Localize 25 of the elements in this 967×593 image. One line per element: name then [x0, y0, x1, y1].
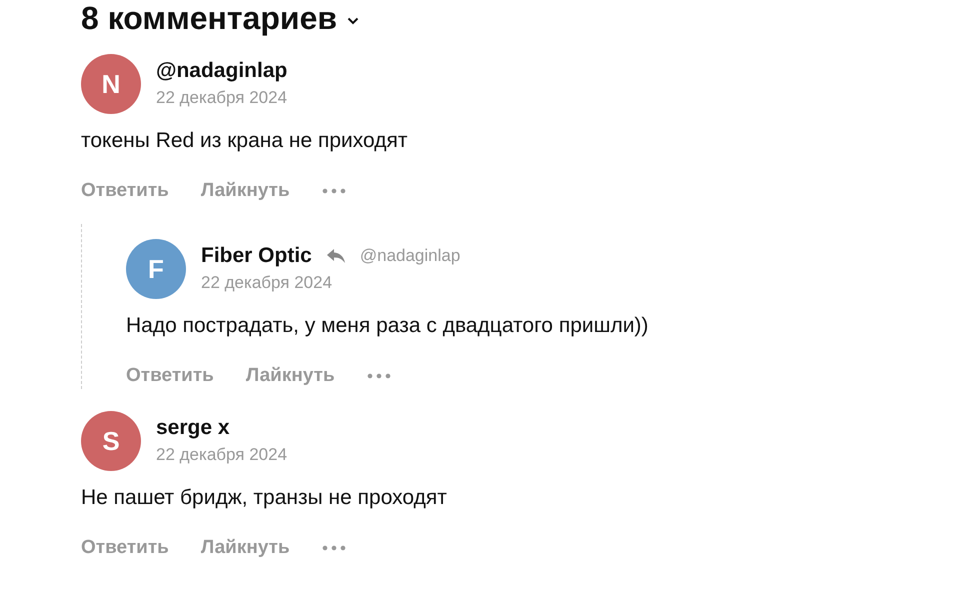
like-button[interactable]: Лайкнуть — [246, 365, 335, 387]
comment-date: 22 декабря 2024 — [156, 88, 288, 108]
comment-text: Надо пострадать, у меня раза с двадцатого пришли)) — [126, 313, 650, 339]
more-icon[interactable] — [322, 188, 346, 194]
author-name[interactable]: Fiber Optic — [201, 244, 312, 268]
chevron-down-icon[interactable] — [347, 17, 360, 25]
reply-button[interactable]: Ответить — [81, 537, 169, 559]
author-name[interactable]: @nadaginlap — [156, 59, 288, 83]
reply-button[interactable]: Ответить — [126, 365, 214, 387]
reply-button[interactable]: Ответить — [81, 180, 169, 202]
avatar: F — [126, 239, 186, 299]
comment-date: 22 декабря 2024 — [201, 273, 334, 293]
comments-title: 8 комментариев — [81, 0, 338, 38]
author-name[interactable]: serge x — [156, 416, 230, 440]
reply-arrow-icon — [326, 248, 346, 264]
comment-text: Не пашет бридж, транзы не проходят — [81, 485, 448, 511]
avatar: S — [81, 411, 141, 471]
more-icon[interactable] — [322, 545, 346, 551]
reply-to-username[interactable]: @nadaginlap — [360, 246, 460, 266]
like-button[interactable]: Лайкнуть — [200, 537, 290, 559]
more-icon[interactable] — [366, 373, 391, 379]
comment-date: 22 декабря 2024 — [156, 445, 288, 465]
avatar: N — [81, 54, 141, 114]
comment-text: токены Red из крана не приходят — [81, 128, 409, 154]
like-button[interactable]: Лайкнуть — [200, 180, 290, 202]
